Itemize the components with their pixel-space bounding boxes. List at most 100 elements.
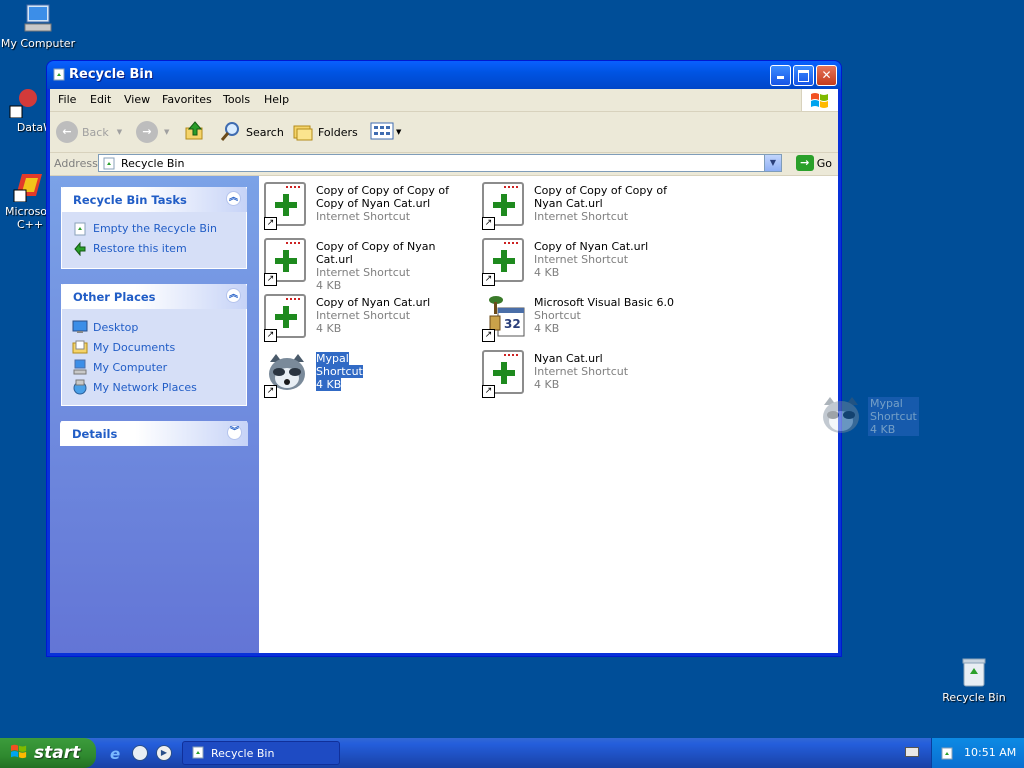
file-size: 4 KB (534, 378, 560, 391)
desktop-icon-recycle-bin[interactable]: Recycle Bin (936, 656, 1012, 704)
shortcut-arrow-icon: ↗ (482, 329, 495, 342)
search-icon (220, 120, 242, 145)
file-item[interactable]: ↗ Copy of Copy of Copy of Nyan Cat.url I… (480, 180, 694, 232)
place-label: Desktop (93, 320, 139, 334)
panel-header[interactable]: Details ︾ (60, 421, 248, 446)
outlook-express-icon[interactable] (132, 745, 148, 761)
mypal-raccoon-icon: ↗ (264, 350, 310, 398)
svg-text:32: 32 (504, 317, 521, 331)
file-item[interactable]: ↗ Nyan Cat.url Internet Shortcut 4 KB (480, 348, 694, 400)
file-item[interactable]: ↗ Copy of Copy of Copy of Copy of Nyan C… (262, 180, 476, 232)
menu-file[interactable]: File (58, 93, 76, 106)
place-desktop[interactable]: Desktop (62, 317, 246, 337)
visual-cpp-icon (12, 170, 44, 203)
safely-remove-icon[interactable] (940, 745, 956, 764)
maximize-icon (798, 70, 809, 82)
collapse-chevron-icon[interactable]: ︽ (226, 288, 241, 303)
start-label: start (34, 743, 81, 763)
file-item-selected[interactable]: ↗ Mypal Shortcut 4 KB (262, 348, 476, 400)
standard-toolbar: ← Back ▼ → ▼ Search Folders ▼ (50, 112, 838, 153)
close-button[interactable]: ✕ (816, 65, 837, 86)
file-item[interactable]: 32 ↗ Microsoft Visual Basic 6.0 Shortcut… (480, 292, 694, 344)
address-field[interactable]: Recycle Bin ▼ (98, 154, 782, 172)
panel-header[interactable]: Recycle Bin Tasks ︽ (61, 187, 247, 212)
ghost-type: Shortcut (870, 410, 917, 423)
internet-shortcut-icon: ↗ (264, 294, 310, 342)
datawa-icon (8, 86, 40, 119)
menu-bar: File Edit View Favorites Tools Help (50, 89, 838, 112)
file-name: Copy of Nyan Cat.url (534, 240, 649, 253)
file-type: Internet Shortcut (316, 210, 411, 223)
desktop-icon-label: Recycle Bin (942, 691, 1006, 704)
taskbar-button-recycle-bin[interactable]: Recycle Bin (182, 741, 340, 765)
chevron-down-icon: ▼ (116, 128, 123, 136)
my-computer-small-icon (72, 359, 88, 375)
internet-shortcut-icon: ↗ (482, 350, 528, 398)
file-size: 4 KB (534, 266, 560, 279)
place-my-network-places[interactable]: My Network Places (62, 377, 246, 397)
menu-favorites[interactable]: Favorites (162, 93, 212, 106)
network-places-icon (72, 379, 88, 395)
desktop-icon (72, 319, 88, 335)
chevron-down-icon: ▼ (769, 158, 777, 167)
task-empty-recycle-bin[interactable]: Empty the Recycle Bin (62, 218, 246, 238)
address-dropdown-button[interactable]: ▼ (764, 155, 781, 171)
taskbar-button-label: Recycle Bin (211, 746, 275, 760)
media-player-icon[interactable]: ▶ (156, 745, 172, 761)
menu-view[interactable]: View (124, 93, 150, 106)
title-bar[interactable]: Recycle Bin ✕ (47, 61, 841, 89)
file-item[interactable]: ↗ Copy of Nyan Cat.url Internet Shortcut… (480, 236, 694, 288)
place-label: My Computer (93, 360, 168, 374)
internet-shortcut-icon: ↗ (264, 182, 310, 230)
other-places-panel: Other Places ︽ Desktop My Documents My C… (61, 284, 247, 406)
place-my-computer[interactable]: My Computer (62, 357, 246, 377)
keyboard-icon[interactable] (905, 747, 919, 757)
my-computer-icon (22, 2, 54, 34)
file-name: Copy of Nyan Cat.url (316, 296, 431, 309)
internet-shortcut-icon: ↗ (482, 182, 528, 230)
collapse-chevron-icon[interactable]: ︽ (226, 191, 241, 206)
file-item[interactable]: ↗ Copy of Nyan Cat.url Internet Shortcut… (262, 292, 476, 344)
search-button[interactable]: Search (220, 120, 284, 144)
internet-explorer-icon[interactable]: e (110, 745, 120, 763)
place-my-documents[interactable]: My Documents (62, 337, 246, 357)
up-folder-button[interactable] (184, 120, 206, 144)
views-icon (370, 121, 394, 144)
file-item[interactable]: ↗ Copy of Copy of Nyan Cat.url Internet … (262, 236, 476, 292)
task-restore-item[interactable]: Restore this item (62, 238, 246, 258)
start-button[interactable]: start (0, 738, 96, 768)
address-value: Recycle Bin (121, 157, 185, 170)
folders-button[interactable]: Folders (292, 120, 358, 144)
panel-title: Recycle Bin Tasks (73, 193, 187, 207)
file-list: ↗ Copy of Copy of Copy of Copy of Nyan C… (262, 176, 838, 653)
expand-chevron-icon[interactable]: ︾ (227, 425, 242, 440)
file-type: Shortcut (534, 309, 581, 322)
recycle-bin-icon (958, 656, 990, 688)
recycle-bin-tasks-panel: Recycle Bin Tasks ︽ Empty the Recycle Bi… (61, 187, 247, 269)
panel-header[interactable]: Other Places ︽ (61, 284, 247, 309)
task-label: Empty the Recycle Bin (93, 221, 217, 235)
file-type: Internet Shortcut (534, 365, 629, 378)
forward-arrow-icon: → (136, 121, 158, 143)
ghost-name: Mypal (870, 397, 903, 410)
shortcut-arrow-icon: ↗ (264, 385, 277, 398)
desktop-icon-my-computer[interactable]: My Computer (0, 2, 76, 50)
panel-title: Other Places (73, 290, 156, 304)
folders-label: Folders (318, 125, 358, 139)
minimize-button[interactable] (770, 65, 791, 86)
go-button[interactable]: → Go (795, 155, 832, 171)
menu-help[interactable]: Help (264, 93, 289, 106)
my-documents-icon (72, 339, 88, 355)
back-button[interactable]: ← Back ▼ (56, 120, 122, 144)
menu-edit[interactable]: Edit (90, 93, 111, 106)
clock[interactable]: 10:51 AM (964, 746, 1016, 759)
internet-shortcut-icon: ↗ (482, 238, 528, 286)
mypal-raccoon-icon (818, 393, 864, 442)
forward-button[interactable]: → ▼ (136, 120, 169, 144)
up-folder-icon (184, 120, 206, 145)
views-button[interactable]: ▼ (370, 120, 401, 144)
maximize-button[interactable] (793, 65, 814, 86)
address-label: Address (54, 157, 98, 170)
restore-icon (72, 240, 88, 257)
menu-tools[interactable]: Tools (223, 93, 250, 106)
